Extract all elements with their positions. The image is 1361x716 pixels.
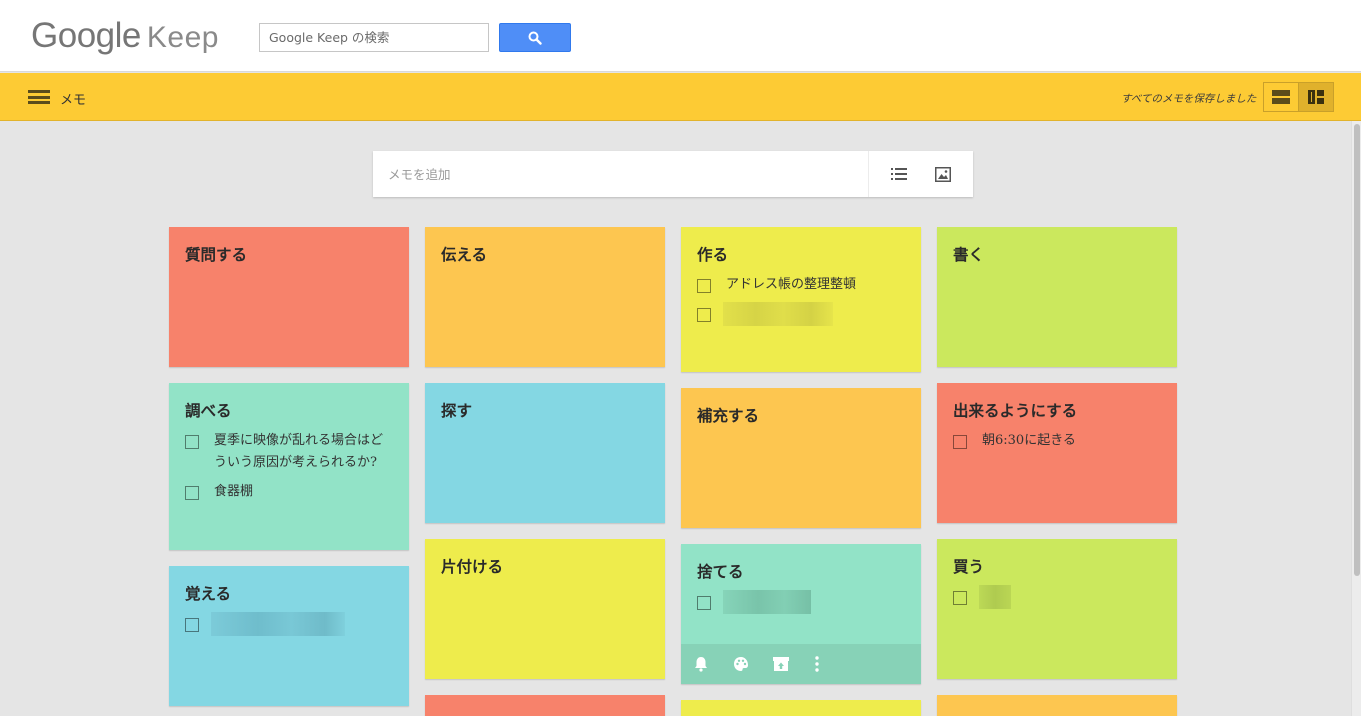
logo-keep-text: Keep bbox=[146, 21, 219, 54]
checkbox[interactable] bbox=[697, 596, 711, 610]
note-title: 伝える bbox=[441, 246, 488, 264]
top-header: Google Keep bbox=[0, 0, 1361, 72]
note-title: 作る bbox=[697, 246, 729, 264]
note-title: 覚える bbox=[185, 585, 232, 603]
note-card[interactable]: 調べる 夏季に映像が乱れる場合はどういう原因が考えられるか? 食器棚 bbox=[169, 383, 409, 550]
change-color-button[interactable] bbox=[731, 654, 751, 674]
more-options-button[interactable] bbox=[807, 654, 827, 674]
saved-status-text: すべてのメモを保存しました bbox=[1121, 93, 1257, 105]
note-title: 補充する bbox=[697, 407, 760, 425]
checklist-item bbox=[697, 590, 811, 614]
list-view-icon bbox=[1272, 90, 1290, 104]
search-icon bbox=[528, 31, 542, 45]
note-title: 探す bbox=[441, 402, 473, 420]
note-card[interactable]: 片付ける bbox=[425, 539, 665, 679]
checklist-item-text[interactable]: アドレス帳の整理整頓 bbox=[726, 274, 906, 296]
color-palette-icon bbox=[734, 657, 748, 671]
note-card[interactable] bbox=[681, 700, 921, 716]
search-input[interactable] bbox=[259, 23, 489, 52]
note-toolbar bbox=[681, 644, 921, 684]
search-button[interactable] bbox=[499, 23, 571, 52]
checklist-item: 朝6:30に起きる bbox=[953, 433, 1162, 452]
scrollbar-thumb[interactable] bbox=[1354, 124, 1360, 576]
note-title: 質問する bbox=[185, 246, 248, 264]
redacted-text bbox=[979, 585, 1011, 609]
redacted-text bbox=[723, 590, 811, 614]
image-icon bbox=[935, 166, 951, 182]
logo-google-text: Google bbox=[31, 16, 141, 55]
google-keep-logo[interactable]: Google Keep bbox=[31, 16, 219, 56]
checklist-item: 夏季に映像が乱れる場合はどういう原因が考えられるか? bbox=[185, 433, 394, 474]
note-composer bbox=[373, 151, 973, 197]
note-card[interactable]: 買う bbox=[937, 539, 1177, 679]
section-title: メモ bbox=[60, 93, 87, 108]
hamburger-menu-icon[interactable] bbox=[28, 90, 50, 104]
app-bar: メモ すべてのメモを保存しました bbox=[0, 73, 1361, 121]
archive-button[interactable] bbox=[771, 654, 791, 674]
note-title: 片付ける bbox=[441, 558, 504, 576]
note-card[interactable]: 質問する bbox=[169, 227, 409, 367]
note-title: 書く bbox=[953, 246, 985, 264]
checklist-item bbox=[185, 612, 345, 636]
note-card[interactable]: 補充する bbox=[681, 388, 921, 528]
reminder-button[interactable] bbox=[691, 654, 711, 674]
checklist-item: 食器棚 bbox=[185, 484, 394, 503]
checkbox[interactable] bbox=[185, 486, 199, 500]
checkbox[interactable] bbox=[953, 435, 967, 449]
new-list-button[interactable] bbox=[889, 164, 909, 184]
checkbox[interactable] bbox=[185, 435, 199, 449]
checkbox[interactable] bbox=[697, 308, 711, 322]
note-card[interactable]: 覚える bbox=[169, 566, 409, 706]
reminder-bell-icon bbox=[695, 657, 707, 672]
redacted-text bbox=[211, 612, 345, 636]
checkbox[interactable] bbox=[953, 591, 967, 605]
page-scrollbar[interactable] bbox=[1351, 121, 1361, 716]
note-card[interactable]: 探す bbox=[425, 383, 665, 523]
checklist-icon bbox=[891, 168, 907, 180]
note-title: 出来るようにする bbox=[953, 402, 1078, 420]
grid-view-icon bbox=[1308, 90, 1324, 104]
note-card[interactable] bbox=[425, 695, 665, 716]
checklist-item-text[interactable]: 夏季に映像が乱れる場合はどういう原因が考えられるか? bbox=[214, 430, 394, 474]
checkbox[interactable] bbox=[185, 618, 199, 632]
checklist-item: アドレス帳の整理整頓 bbox=[697, 277, 906, 296]
note-title: 捨てる bbox=[697, 563, 744, 581]
note-card[interactable]: 出来るようにする 朝6:30に起きる bbox=[937, 383, 1177, 523]
grid-view-button[interactable] bbox=[1298, 82, 1334, 112]
note-card[interactable] bbox=[937, 695, 1177, 716]
checklist-item-text[interactable]: 朝6:30に起きる bbox=[982, 430, 1162, 452]
more-vert-icon bbox=[815, 656, 819, 672]
checkbox[interactable] bbox=[697, 279, 711, 293]
note-title: 買う bbox=[953, 558, 985, 576]
new-image-note-button[interactable] bbox=[933, 164, 953, 184]
archive-icon bbox=[773, 657, 789, 671]
note-card[interactable]: 書く bbox=[937, 227, 1177, 367]
checklist-item-text[interactable]: 食器棚 bbox=[214, 481, 394, 503]
checklist-item bbox=[697, 302, 833, 326]
redacted-text bbox=[723, 302, 833, 326]
list-view-button[interactable] bbox=[1263, 82, 1299, 112]
note-card[interactable]: 捨てる bbox=[681, 544, 921, 684]
add-note-input[interactable] bbox=[373, 151, 869, 197]
note-card[interactable]: 作る アドレス帳の整理整頓 bbox=[681, 227, 921, 372]
note-title: 調べる bbox=[185, 402, 232, 420]
note-card[interactable]: 伝える bbox=[425, 227, 665, 367]
checklist-item bbox=[953, 585, 1011, 609]
